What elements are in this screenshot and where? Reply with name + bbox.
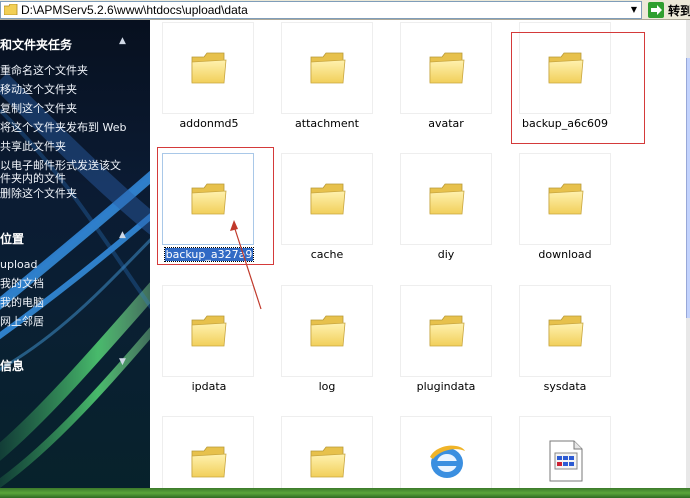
file-label[interactable]: cache — [268, 248, 386, 261]
folder-icon — [310, 183, 346, 215]
file-label[interactable]: avatar — [387, 117, 505, 130]
folder-icon — [310, 52, 346, 84]
folder-icon — [4, 4, 18, 15]
folder-tile[interactable] — [281, 416, 373, 488]
folder-tile[interactable] — [162, 416, 254, 488]
folder-icon — [548, 315, 584, 347]
pane-section-title[interactable]: 信息 — [0, 357, 24, 374]
folder-tile[interactable] — [519, 285, 611, 377]
place-my-computer[interactable]: 我的电脑 — [0, 296, 44, 309]
place-my-documents[interactable]: 我的文档 — [0, 277, 44, 290]
folder-icon — [191, 315, 227, 347]
place-upload[interactable]: upload — [0, 258, 37, 271]
chevron-down-icon[interactable]: ▼ — [119, 357, 126, 367]
folder-icon — [429, 315, 465, 347]
annotation-highlight-box — [157, 147, 274, 265]
folder-icon — [310, 315, 346, 347]
pane-section-title[interactable]: 位置 — [0, 230, 24, 247]
folder-tile[interactable] — [281, 22, 373, 114]
place-network[interactable]: 网上邻居 — [0, 315, 44, 328]
folder-tile[interactable] — [519, 153, 611, 245]
task-copy-folder[interactable]: 复制这个文件夹 — [0, 102, 77, 115]
task-publish-web[interactable]: 将这个文件夹发布到 Web — [0, 121, 126, 134]
go-button[interactable]: 转到 — [668, 2, 690, 19]
file-label[interactable]: diy — [387, 248, 505, 261]
taskbar — [0, 488, 690, 498]
vertical-scrollbar[interactable] — [686, 20, 690, 488]
chevron-up-icon[interactable]: ▲ — [119, 230, 126, 240]
folder-tile[interactable] — [162, 285, 254, 377]
folder-icon — [548, 183, 584, 215]
chevron-up-icon[interactable]: ▲ — [119, 36, 126, 46]
folder-icon — [191, 52, 227, 84]
folder-tile[interactable] — [162, 22, 254, 114]
folder-icon — [191, 446, 227, 478]
arrow-right-icon — [651, 5, 662, 15]
folder-tile[interactable] — [400, 285, 492, 377]
scrollbar-thumb[interactable] — [686, 58, 690, 318]
task-rename-folder[interactable]: 重命名这个文件夹 — [0, 64, 88, 77]
file-label[interactable]: sysdata — [506, 380, 624, 393]
address-input[interactable]: D:\APMServ5.2.6\www\htdocs\upload\data ▼ — [0, 1, 642, 19]
address-bar: D:\APMServ5.2.6\www\htdocs\upload\data ▼… — [0, 0, 690, 20]
chevron-down-icon[interactable]: ▼ — [627, 2, 641, 18]
folder-tile[interactable] — [400, 153, 492, 245]
html-file-tile[interactable] — [400, 416, 492, 488]
address-path: D:\APMServ5.2.6\www\htdocs\upload\data — [21, 3, 248, 17]
folder-tile[interactable] — [400, 22, 492, 114]
annotation-highlight-box — [511, 32, 645, 144]
pane-section-title[interactable]: 和文件夹任务 — [0, 36, 72, 53]
task-share-folder[interactable]: 共享此文件夹 — [0, 140, 66, 153]
file-label[interactable]: download — [506, 248, 624, 261]
folder-icon — [429, 183, 465, 215]
task-email-files-line2[interactable]: 件夹内的文件 — [0, 172, 66, 185]
task-move-folder[interactable]: 移动这个文件夹 — [0, 83, 77, 96]
file-label[interactable]: plugindata — [387, 380, 505, 393]
folder-tile[interactable] — [281, 285, 373, 377]
internet-explorer-icon — [430, 445, 465, 478]
document-icon — [549, 440, 583, 482]
folder-icon — [429, 52, 465, 84]
task-pane: 和文件夹任务 ▲ 重命名这个文件夹 移动这个文件夹 复制这个文件夹 将这个文件夹… — [0, 20, 150, 498]
document-file-tile[interactable] — [519, 416, 611, 488]
file-label[interactable]: ipdata — [150, 380, 268, 393]
file-label[interactable]: addonmd5 — [150, 117, 268, 130]
file-label[interactable]: attachment — [268, 117, 386, 130]
task-email-files[interactable]: 以电子邮件形式发送该文 — [0, 159, 121, 172]
file-view: addonmd5 attachment avatar backup_a6c609… — [150, 20, 686, 488]
go-arrow-icon[interactable] — [648, 2, 664, 18]
file-label[interactable]: log — [268, 380, 386, 393]
folder-tile[interactable] — [281, 153, 373, 245]
task-delete-folder[interactable]: 删除这个文件夹 — [0, 187, 77, 200]
folder-icon — [310, 446, 346, 478]
